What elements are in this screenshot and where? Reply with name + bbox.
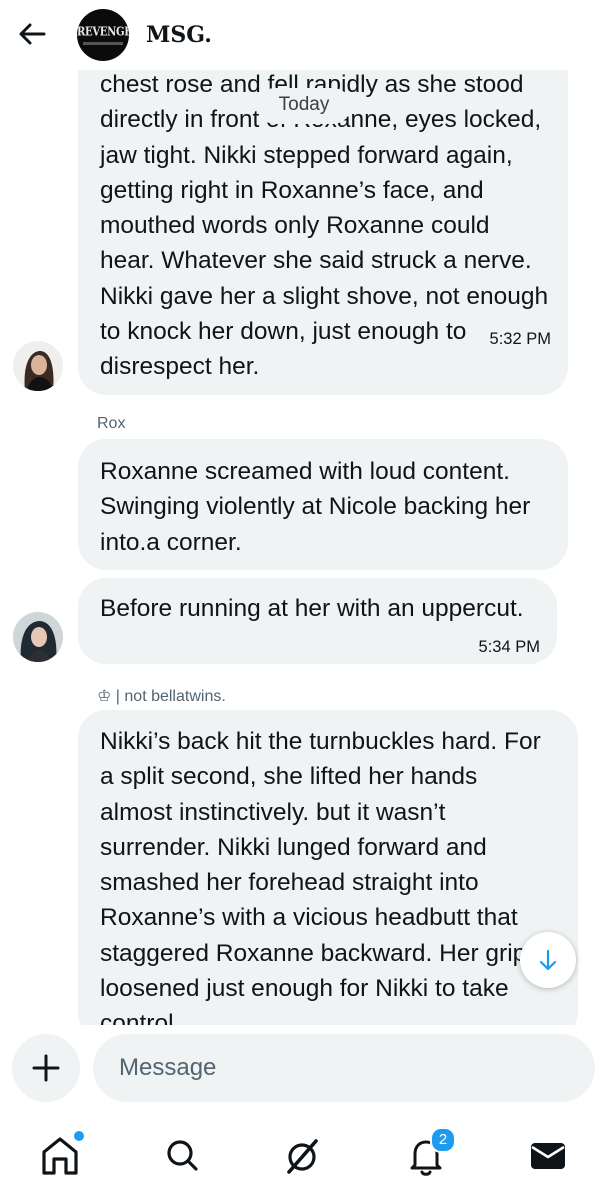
user-avatar-icon	[13, 612, 63, 662]
user-avatar-icon	[13, 341, 63, 391]
conversation-header: REVENGE MSG.	[0, 0, 609, 70]
tab-messages[interactable]	[518, 1125, 578, 1185]
message-text: Before running at her with an uppercut.	[100, 595, 524, 622]
message-bubble[interactable]: Nikki’s back hit the turnbuckles hard. F…	[78, 710, 578, 1025]
message-input[interactable]	[93, 1034, 595, 1102]
conversation-title[interactable]: MSG.	[146, 22, 212, 48]
notification-dot	[72, 1129, 86, 1143]
avatar-logo-bar	[83, 42, 123, 45]
avatar-logo-text: REVENGE	[77, 25, 129, 40]
tab-home[interactable]	[30, 1125, 90, 1185]
message-timestamp: 5:34 PM	[478, 638, 540, 656]
bottom-tab-bar: 2	[0, 1115, 609, 1199]
avatar[interactable]	[13, 612, 63, 662]
message-list[interactable]: chest rose and fell rapidly as she stood…	[0, 70, 609, 1025]
message-text: Nikki’s back hit the turnbuckles hard. F…	[100, 728, 541, 1025]
sender-name: Rox	[97, 415, 126, 432]
message-bubble[interactable]: Roxanne screamed with loud content. Swin…	[78, 439, 568, 570]
notification-count-badge: 2	[430, 1127, 456, 1153]
message-timestamp: 5:32 PM	[489, 330, 551, 348]
tab-search[interactable]	[152, 1125, 212, 1185]
group-avatar[interactable]: REVENGE	[77, 9, 129, 61]
message-text: Roxanne screamed with loud content. Swin…	[100, 458, 531, 556]
search-icon	[167, 1140, 198, 1171]
avatar[interactable]	[13, 341, 63, 391]
grok-icon	[287, 1139, 318, 1174]
add-attachment-button[interactable]	[12, 1034, 80, 1102]
back-button[interactable]	[16, 18, 48, 50]
message-bubble[interactable]: Before running at her with an uppercut. …	[78, 578, 557, 664]
tab-notifications[interactable]: 2	[396, 1125, 456, 1185]
arrow-down-icon	[539, 949, 557, 971]
tab-grok[interactable]	[272, 1125, 332, 1185]
scroll-to-bottom-button[interactable]	[520, 932, 576, 988]
plus-icon	[32, 1054, 60, 1082]
date-divider: Today	[257, 88, 351, 124]
sender-name: ♔ | not bellatwins.	[97, 688, 226, 705]
composer	[0, 1025, 609, 1115]
arrow-left-icon	[19, 23, 46, 45]
envelope-icon	[531, 1143, 565, 1169]
